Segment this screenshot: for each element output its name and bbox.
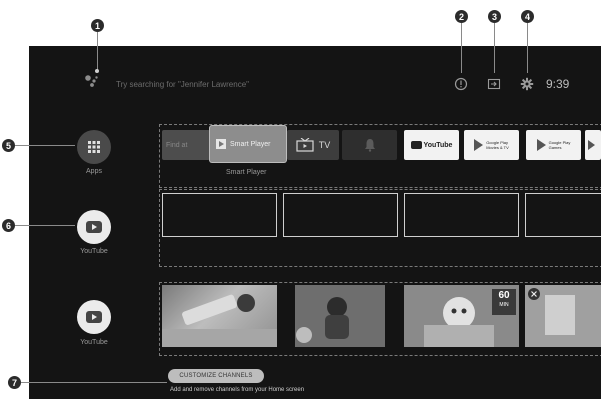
callout-4: 4 <box>521 10 534 23</box>
video-thumbnail-2[interactable] <box>295 285 385 347</box>
apps-button[interactable] <box>77 130 111 164</box>
thumbnail-3[interactable] <box>404 193 519 237</box>
smart-player-icon <box>216 139 226 149</box>
callout-2: 2 <box>455 10 468 23</box>
app-tile-faded-label: Find at <box>166 141 188 149</box>
bell-icon <box>364 139 375 152</box>
callout-1-line <box>97 32 98 70</box>
youtube-app-tile[interactable]: YouTube <box>404 130 459 160</box>
google-play-games-icon <box>536 139 546 151</box>
youtube-tile-label: YouTube <box>423 141 453 149</box>
youtube-logo-icon <box>410 141 422 149</box>
customize-channels-subtitle: Add and remove channels from your Home s… <box>170 387 305 393</box>
tv-app-label: TV <box>318 140 331 150</box>
customize-channels-button[interactable]: CUSTOMIZE CHANNELS <box>168 369 264 383</box>
callout-7: 7 <box>8 376 21 389</box>
clock: 9:39 <box>546 77 570 91</box>
callout-3: 3 <box>488 10 501 23</box>
video-thumbnail-1[interactable] <box>162 285 277 347</box>
thumbnail-4[interactable] <box>525 193 601 237</box>
google-assistant-icon[interactable] <box>84 74 98 88</box>
input-source-icon[interactable] <box>487 77 501 91</box>
youtube-channel-button[interactable] <box>77 210 111 244</box>
youtube-label-2: YouTube <box>80 339 108 346</box>
duration-badge-unit: MIN <box>499 302 509 308</box>
tv-app-tile[interactable]: TV <box>287 130 339 160</box>
youtube-play-icon-2 <box>86 311 102 323</box>
bell-app-tile[interactable] <box>342 130 397 160</box>
apps-label: Apps <box>86 168 102 175</box>
focused-app-caption: Smart Player <box>226 169 267 176</box>
video-1-image <box>162 294 277 347</box>
google-play-partial-tile[interactable] <box>585 130 601 160</box>
app-tile-faded[interactable]: Find at <box>162 130 210 160</box>
callout-1-dot <box>95 69 99 73</box>
google-play-movies-tile[interactable]: Google Play Movies & TV <box>464 130 519 160</box>
notifications-info-icon[interactable] <box>454 77 468 91</box>
video-4-image <box>525 285 601 347</box>
google-play-partial-icon <box>588 140 595 150</box>
video-2-image <box>295 285 385 347</box>
youtube-label-1: YouTube <box>80 248 108 255</box>
youtube-channel-button-2[interactable] <box>77 300 111 334</box>
callout-2-line <box>461 23 462 73</box>
video-thumbnail-3[interactable]: 60 MIN <box>404 285 519 347</box>
thumbnail-1[interactable] <box>162 193 277 237</box>
duration-badge: 60 MIN <box>492 289 516 315</box>
google-play-movies-icon <box>474 139 484 151</box>
google-play-games-label: Google Play Games <box>548 140 571 150</box>
callout-5-line <box>15 145 75 146</box>
callout-5: 5 <box>2 139 15 152</box>
callout-4-line <box>527 23 528 73</box>
callout-7-line <box>21 382 167 383</box>
smart-player-tile[interactable]: Smart Player <box>210 126 286 162</box>
apps-grid-icon <box>88 141 100 153</box>
search-hint[interactable]: Try searching for "Jennifer Lawrence" <box>116 80 249 89</box>
settings-gear-icon[interactable] <box>520 77 534 91</box>
video-thumbnail-4[interactable] <box>525 285 601 347</box>
google-play-games-tile[interactable]: Google Play Games <box>526 130 581 160</box>
youtube-play-icon <box>86 221 102 233</box>
callout-6-line <box>15 225 75 226</box>
duration-badge-number: 60 <box>498 290 510 301</box>
google-play-movies-label: Google Play Movies & TV <box>486 140 509 150</box>
callout-3-line <box>494 23 495 73</box>
thumbnail-2[interactable] <box>283 193 398 237</box>
smart-player-tile-label: Smart Player <box>230 140 271 148</box>
callout-1: 1 <box>91 19 104 32</box>
callout-6: 6 <box>2 219 15 232</box>
tv-icon <box>296 138 314 152</box>
